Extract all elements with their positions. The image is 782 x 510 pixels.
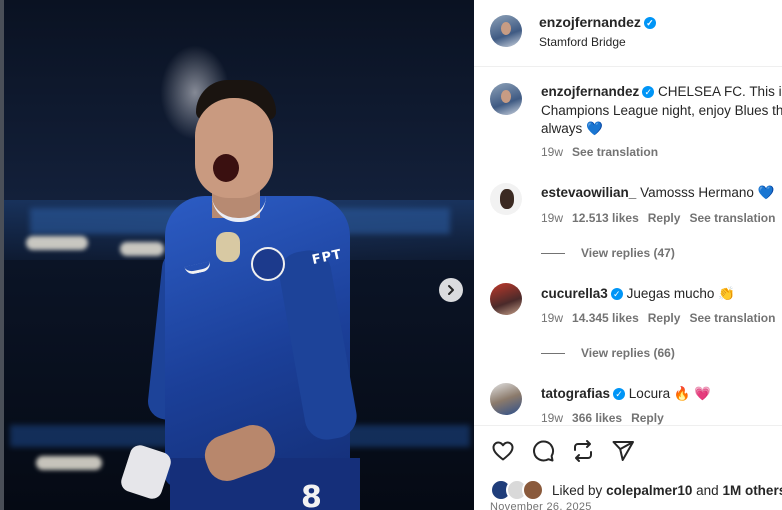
post-side-panel: enzojfernandez ✓ Stamford Bridge enzojfer… bbox=[474, 0, 782, 510]
caption-avatar[interactable] bbox=[490, 83, 522, 115]
comment-reply-button[interactable]: Reply bbox=[631, 411, 664, 425]
stadium-light bbox=[120, 242, 164, 256]
comment-emoji: 👏 bbox=[718, 286, 735, 301]
comment-text: Vamosss Hermano bbox=[640, 185, 754, 200]
caption-line-3: always 💙 bbox=[541, 121, 603, 137]
view-replies-label: View replies (47) bbox=[581, 246, 675, 260]
comment-age: 19w bbox=[541, 411, 564, 425]
view-replies-button[interactable]: View replies (66) bbox=[541, 346, 675, 360]
stadium-light bbox=[36, 456, 102, 470]
blue-heart-emoji: 💙 bbox=[586, 121, 603, 136]
comment-icon[interactable] bbox=[531, 439, 555, 463]
comment-username[interactable]: cucurella3 bbox=[541, 286, 608, 301]
view-replies-label: View replies (66) bbox=[581, 346, 675, 360]
comment-meta: 19w 14.345 likes Reply See translation bbox=[541, 311, 782, 325]
comment-row: estevaowilian_ Vamosss Hermano 💙 bbox=[541, 185, 774, 201]
comment-reply-button[interactable]: Reply bbox=[648, 211, 681, 225]
author-username-row[interactable]: enzojfernandez ✓ bbox=[539, 14, 656, 30]
liked-by-prefix: Liked by bbox=[552, 482, 603, 498]
header-divider bbox=[474, 66, 782, 67]
author-avatar[interactable] bbox=[490, 15, 522, 47]
comment-likes[interactable]: 366 likes bbox=[572, 411, 622, 425]
verified-badge-icon: ✓ bbox=[642, 86, 655, 99]
comment-see-translation[interactable]: See translation bbox=[689, 311, 775, 325]
player-head bbox=[195, 98, 273, 198]
comment-avatar[interactable] bbox=[490, 283, 522, 315]
repost-icon[interactable] bbox=[571, 439, 595, 463]
caption-text-2: Champions League night, enjoy Blues th bbox=[541, 103, 782, 118]
comment-text: Locura bbox=[628, 386, 671, 401]
caption-see-translation[interactable]: See translation bbox=[572, 145, 658, 159]
comment-age: 19w bbox=[541, 211, 564, 225]
comment-age: 19w bbox=[541, 311, 564, 325]
verified-badge-icon: ✓ bbox=[610, 288, 623, 301]
comment-row: tatografias ✓ Locura 🔥 💗 bbox=[541, 386, 711, 402]
liker-avatar bbox=[522, 479, 544, 501]
share-icon[interactable] bbox=[611, 439, 635, 463]
comment-emoji: 🔥 💗 bbox=[673, 386, 712, 401]
comment-text: Juegas mucho bbox=[626, 286, 715, 301]
next-image-button[interactable] bbox=[439, 278, 463, 302]
comment-see-translation[interactable]: See translation bbox=[689, 211, 775, 225]
verified-badge-icon: ✓ bbox=[643, 17, 656, 30]
caption-age: 19w bbox=[541, 145, 564, 159]
comment-meta: 19w 12.513 likes Reply See translation bbox=[541, 211, 782, 225]
liked-by-user[interactable]: colepalmer10 bbox=[606, 483, 692, 498]
comment-likes[interactable]: 12.513 likes bbox=[572, 211, 639, 225]
comment-username[interactable]: estevaowilian_ bbox=[541, 185, 636, 200]
heart-icon[interactable] bbox=[491, 439, 515, 463]
replies-line bbox=[541, 253, 565, 255]
chevron-right-icon bbox=[448, 285, 454, 295]
comment-emoji: 💙 bbox=[757, 185, 775, 200]
author-username[interactable]: enzojfernandez bbox=[539, 14, 641, 30]
player-mouth bbox=[213, 154, 239, 182]
comment-reply-button[interactable]: Reply bbox=[648, 311, 681, 325]
post-photo[interactable]: FPT 8 bbox=[0, 0, 474, 510]
comment-username[interactable]: tatografias bbox=[541, 386, 610, 401]
view-replies-button[interactable]: View replies (47) bbox=[541, 246, 675, 260]
verified-badge-icon: ✓ bbox=[613, 388, 626, 401]
comment-avatar[interactable] bbox=[490, 183, 522, 215]
comment-avatar[interactable] bbox=[490, 383, 522, 415]
photo-edge bbox=[0, 0, 4, 510]
post-date: November 26, 2025 bbox=[490, 501, 592, 510]
actions-divider bbox=[474, 425, 782, 426]
liked-by-and: and bbox=[696, 482, 719, 498]
replies-line bbox=[541, 353, 565, 355]
club-crest bbox=[251, 247, 285, 281]
caption-meta: 19w See translation bbox=[541, 145, 667, 159]
likes-summary[interactable]: Liked by colepalmer10 and 1M others bbox=[490, 479, 782, 501]
comment-meta: 19w 366 likes Reply bbox=[541, 411, 673, 425]
caption-username[interactable]: enzojfernandez bbox=[541, 84, 639, 99]
shirt-number: 8 bbox=[301, 480, 322, 510]
caption-line-1: enzojfernandez✓ CHELSEA FC. This is r bbox=[541, 84, 782, 99]
league-patch bbox=[216, 232, 240, 262]
comment-likes[interactable]: 14.345 likes bbox=[572, 311, 639, 325]
comment-row: cucurella3 ✓ Juegas mucho 👏 bbox=[541, 286, 735, 302]
caption-text-3: always bbox=[541, 121, 583, 136]
post-location[interactable]: Stamford Bridge bbox=[539, 35, 626, 49]
liked-by-others[interactable]: 1M others bbox=[722, 483, 782, 498]
stadium-light bbox=[26, 236, 88, 250]
caption-text-1: CHELSEA FC. This is r bbox=[658, 84, 782, 99]
